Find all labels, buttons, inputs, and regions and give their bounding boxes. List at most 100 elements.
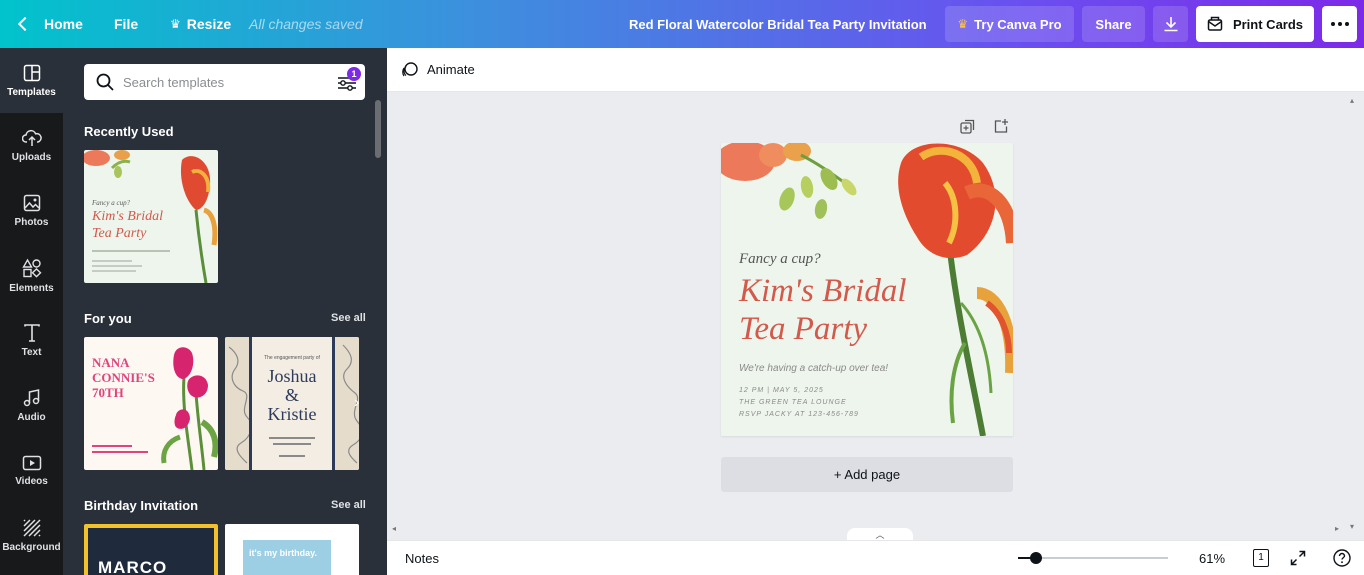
recent-template-thumb[interactable]: Fancy a cup? Kim's Bridal Tea Party (84, 150, 218, 283)
templates-icon (23, 64, 40, 81)
rail-item-photos[interactable]: Photos (0, 178, 63, 243)
design-page[interactable]: Fancy a cup? Kim's Bridal Tea Party We'r… (721, 143, 1013, 436)
editor-toolbar: Animate (387, 48, 1364, 92)
scroll-right-arrow[interactable]: ▸ (1335, 524, 1339, 533)
animate-label: Animate (427, 62, 475, 77)
animate-button[interactable]: Animate (401, 61, 475, 79)
add-page-button[interactable]: + Add page (721, 457, 1013, 492)
card-tagline[interactable]: Fancy a cup? (739, 251, 821, 268)
thumb-title: MARCO TURNS (98, 558, 168, 575)
more-options-button[interactable] (1322, 6, 1357, 42)
photo-icon (23, 194, 40, 211)
rail-label: Templates (7, 86, 56, 98)
rail-label: Videos (15, 475, 48, 487)
thumb-text: Fancy a cup? (92, 199, 131, 207)
download-icon (1164, 17, 1177, 32)
page-count-button[interactable]: 1 (1253, 549, 1269, 567)
zoom-level[interactable]: 61% (1199, 551, 1225, 566)
search-icon (96, 73, 114, 91)
home-button[interactable]: Home (16, 0, 83, 48)
rail-item-uploads[interactable]: Uploads (0, 113, 63, 178)
print-cards-button[interactable]: Print Cards (1196, 6, 1314, 42)
top-bar: Home File ♛ Resize All changes saved Red… (0, 0, 1364, 48)
try-canva-pro-button[interactable]: ♛ Try Canva Pro (945, 6, 1074, 42)
rail-item-audio[interactable]: Audio (0, 373, 63, 438)
thumb-title: Kim's Bridal Tea Party (92, 208, 163, 242)
file-menu-button[interactable]: File (114, 16, 138, 32)
rail-label: Background (2, 541, 61, 553)
carousel-next-icon[interactable]: › (354, 394, 359, 412)
thumb-text: The engagement party of (264, 355, 320, 361)
template-thumb-nana[interactable]: NANA CONNIE'S 70TH (84, 337, 218, 470)
thumb-title-line: Kim's Bridal (92, 209, 164, 224)
templates-panel: 1 Recently Used Fancy a cup? Kim's Brida… (63, 48, 387, 575)
scroll-up-arrow[interactable]: ▴ (1350, 96, 1358, 105)
birthday-invitation-heading: Birthday Invitation (84, 498, 199, 513)
rail-item-videos[interactable]: Videos (0, 438, 63, 503)
thumb-title-line: Kristie (267, 404, 317, 424)
card-subtitle[interactable]: We're having a catch-up over tea! (739, 363, 888, 374)
document-title[interactable]: Red Floral Watercolor Bridal Tea Party I… (629, 17, 927, 32)
thumb-title-line: Joshua (267, 366, 317, 386)
fullscreen-icon[interactable] (1290, 550, 1306, 566)
bottom-bar: Notes 61% 1 (387, 540, 1364, 575)
share-button[interactable]: Share (1082, 6, 1145, 42)
try-pro-label: Try Canva Pro (974, 16, 1062, 32)
home-label: Home (44, 16, 83, 32)
rail-label: Uploads (11, 151, 52, 163)
video-icon (22, 455, 41, 470)
rail-item-background[interactable]: Background (0, 503, 63, 568)
card-detail-line: 12 PM | MAY 5, 2025 (739, 387, 824, 394)
resize-button[interactable]: ♛ Resize (170, 16, 231, 32)
filter-count-badge: 1 (347, 67, 361, 81)
rail-label: Photos (14, 216, 49, 228)
rail-item-text[interactable]: Text (0, 308, 63, 373)
template-thumb-marco[interactable]: MARCO TURNS (84, 524, 218, 575)
card-title[interactable]: Kim's Bridal Tea Party (739, 272, 907, 348)
card-detail-line: THE GREEN TEA LOUNGE (739, 399, 847, 406)
search-input[interactable] (123, 74, 323, 90)
crown-icon: ♛ (170, 17, 181, 31)
audio-icon (23, 388, 39, 406)
upload-icon (21, 129, 42, 146)
birthday-see-all-link[interactable]: See all (331, 499, 366, 511)
card-details[interactable]: 12 PM | MAY 5, 2025 THE GREEN TEA LOUNGE… (739, 385, 859, 421)
thumb-detail-lines (92, 250, 170, 272)
rail-label: Text (21, 346, 42, 358)
help-icon[interactable] (1333, 549, 1351, 567)
print-icon (1207, 16, 1223, 31)
crown-icon: ♛ (957, 17, 969, 31)
card-title-line: Kim's Bridal (739, 273, 907, 309)
template-thumb-joshua-kristie[interactable]: The engagement party of Joshua & Kristie (225, 337, 359, 470)
thumb-title: it's my birthday. (243, 540, 331, 575)
thumb-title-line: Tea Party (92, 226, 147, 241)
elements-icon (21, 258, 42, 278)
more-icon (1330, 22, 1349, 26)
thumb-title: Joshua & Kristie (252, 367, 332, 424)
template-thumb-my-birthday[interactable]: it's my birthday. (225, 524, 359, 575)
animate-icon (402, 61, 418, 76)
rail-item-elements[interactable]: Elements (0, 243, 63, 308)
rail-item-templates[interactable]: Templates (0, 48, 63, 113)
tulip-illustration (92, 347, 218, 470)
text-icon (23, 323, 40, 342)
recently-used-heading: Recently Used (84, 124, 174, 139)
scroll-left-arrow[interactable]: ◂ (392, 524, 396, 533)
rail-label: Elements (9, 282, 54, 294)
scroll-down-arrow[interactable]: ▾ (1350, 522, 1354, 531)
rail-label: Audio (17, 411, 46, 423)
card-title-line: Tea Party (739, 311, 868, 347)
print-label: Print Cards (1232, 16, 1304, 32)
zoom-slider-handle[interactable] (1030, 552, 1043, 564)
chevron-left-icon (17, 16, 33, 32)
thumb-title-line: & (284, 385, 299, 405)
for-you-see-all-link[interactable]: See all (331, 312, 366, 324)
side-rail: Templates Uploads Photos Elements Text A… (0, 48, 63, 575)
duplicate-page-icon[interactable] (960, 119, 976, 135)
search-box[interactable]: 1 (84, 64, 365, 100)
download-button[interactable] (1153, 6, 1188, 42)
add-page-icon[interactable] (993, 118, 1009, 134)
panel-scrollbar[interactable] (375, 100, 381, 158)
notes-button[interactable]: Notes (405, 551, 439, 566)
save-status: All changes saved (249, 16, 363, 32)
